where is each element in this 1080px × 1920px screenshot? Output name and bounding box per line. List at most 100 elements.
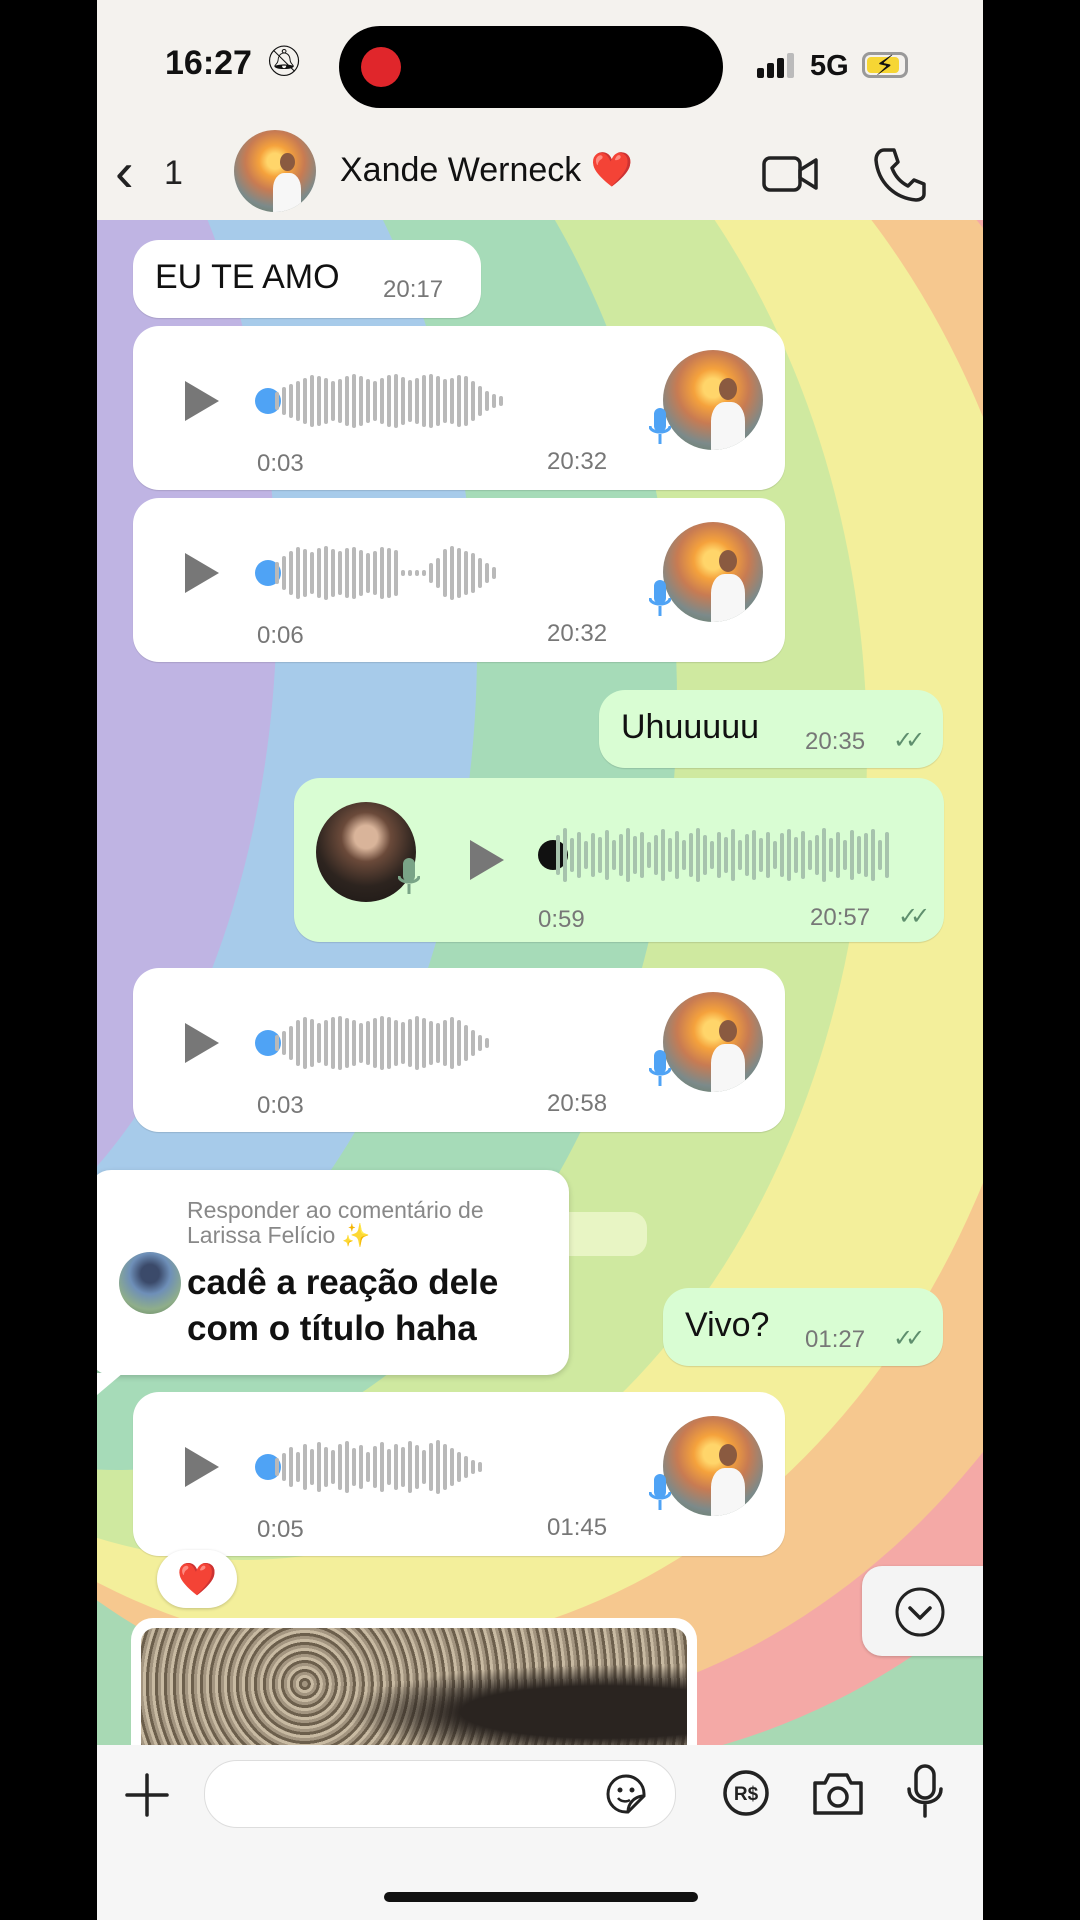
waveform-bar [429,374,433,428]
waveform-bar [759,838,763,872]
waveform-bar [471,553,475,593]
contact-avatar[interactable] [234,130,316,212]
waveform-bar [605,830,609,880]
waveform-bar [436,558,440,588]
waveform-bar [366,1452,370,1482]
waveform-bar [464,1456,468,1478]
sender-avatar [663,992,763,1092]
waveform-bar [296,1020,300,1066]
video-call-icon[interactable] [760,144,820,204]
waveform-bar [345,1441,349,1493]
waveform-bar [703,835,707,875]
voice-message-incoming[interactable]: 0:03 20:32 [133,326,785,490]
waveform-bar [296,1452,300,1482]
camera-icon[interactable] [811,1769,865,1817]
waveform-bar [380,1016,384,1070]
waveform-bar [394,374,398,428]
waveform-bar [443,1020,447,1066]
voice-duration: 0:06 [257,622,304,649]
home-indicator[interactable] [384,1892,698,1902]
unread-back-count[interactable]: 1 [164,154,183,193]
waveform-bar [387,1017,391,1069]
waveform-bar [450,546,454,600]
waveform-bar [324,546,328,600]
message-text: EU TE AMO [155,258,340,296]
waveform-bar [275,562,279,584]
waveform-bar [394,550,398,596]
waveform-bar [640,832,644,878]
waveform-bar [345,376,349,426]
waveform-bar [682,840,686,870]
waveform-bar [429,1443,433,1491]
waveform[interactable] [556,823,889,887]
play-icon[interactable] [185,553,219,593]
waveform-bar [352,547,356,599]
waveform-bar [331,381,335,421]
mic-icon [649,1050,671,1086]
play-icon[interactable] [185,1447,219,1487]
waveform-bar [338,1016,342,1070]
status-bar: 16:27 🔕︎ 5G ⚡︎ [97,0,983,130]
play-icon[interactable] [185,1023,219,1063]
message-composer: R$ [97,1745,983,1920]
message-input[interactable] [204,1760,676,1828]
voice-message-incoming[interactable]: 0:05 01:45 [133,1392,785,1556]
waveform-bar [492,567,496,579]
waveform[interactable] [275,541,496,605]
waveform-bar [499,396,503,406]
image-message[interactable] [131,1618,697,1768]
message-bubble-outgoing[interactable]: Vivo? 01:27 ✓✓ [663,1288,943,1366]
waveform-bar [871,829,875,881]
sticker-icon[interactable] [605,1773,647,1815]
waveform[interactable] [275,369,503,433]
waveform[interactable] [275,1435,482,1499]
heart-reaction[interactable]: ❤️ [157,1550,237,1608]
waveform-bar [359,550,363,596]
voice-message-incoming[interactable]: 0:03 20:58 [133,968,785,1132]
waveform-bar [352,1448,356,1486]
voice-message-outgoing[interactable]: 0:59 20:57 ✓✓ [294,778,944,942]
microphone-icon[interactable] [905,1763,945,1819]
waveform-bar [556,835,560,875]
commenter-avatar [119,1252,181,1314]
waveform-bar [668,838,672,872]
scroll-to-bottom-button[interactable] [862,1566,983,1656]
mic-icon [649,580,671,616]
reply-comment: cadê a reação dele com o título haha [187,1260,557,1352]
reply-heading-line: Larissa Felício ✨ [187,1222,371,1248]
payment-icon[interactable]: R$ [722,1769,770,1817]
waveform-bar [598,837,602,873]
waveform-bar [443,379,447,423]
waveform-bar [766,832,770,878]
waveform-bar [289,1026,293,1060]
plus-icon[interactable] [125,1773,169,1817]
reply-heading: Responder ao comentário de Larissa Felíc… [187,1198,557,1248]
message-bubble-incoming[interactable]: EU TE AMO 20:17 [133,240,481,318]
read-ticks-icon: ✓✓ [898,903,930,930]
waveform-bar [584,841,588,869]
play-icon[interactable] [470,840,504,880]
voice-message-incoming[interactable]: 0:06 20:32 [133,498,785,662]
waveform[interactable] [275,1011,489,1075]
message-time: 20:58 [547,1090,608,1117]
phone-call-icon[interactable] [872,144,928,204]
waveform-bar [387,1449,391,1485]
play-icon[interactable] [185,381,219,421]
waveform-bar [752,830,756,880]
waveform-bar [324,1447,328,1487]
waveform-bar [282,387,286,415]
mic-icon [649,408,671,444]
waveform-bar [373,551,377,595]
waveform-bar [289,551,293,595]
waveform-bar [373,1018,377,1068]
waveform-bar [303,549,307,597]
waveform-bar [731,829,735,881]
waveform-bar [366,379,370,423]
waveform-bar [478,1462,482,1472]
contact-title[interactable]: Xande Werneck ❤️ [340,150,633,190]
waveform-bar [675,831,679,879]
message-bubble-outgoing[interactable]: Uhuuuuu 20:35 ✓✓ [599,690,943,768]
waveform-bar [401,570,405,576]
back-chevron-icon[interactable]: ‹ [115,144,134,200]
read-ticks-icon: ✓✓ [893,727,925,754]
